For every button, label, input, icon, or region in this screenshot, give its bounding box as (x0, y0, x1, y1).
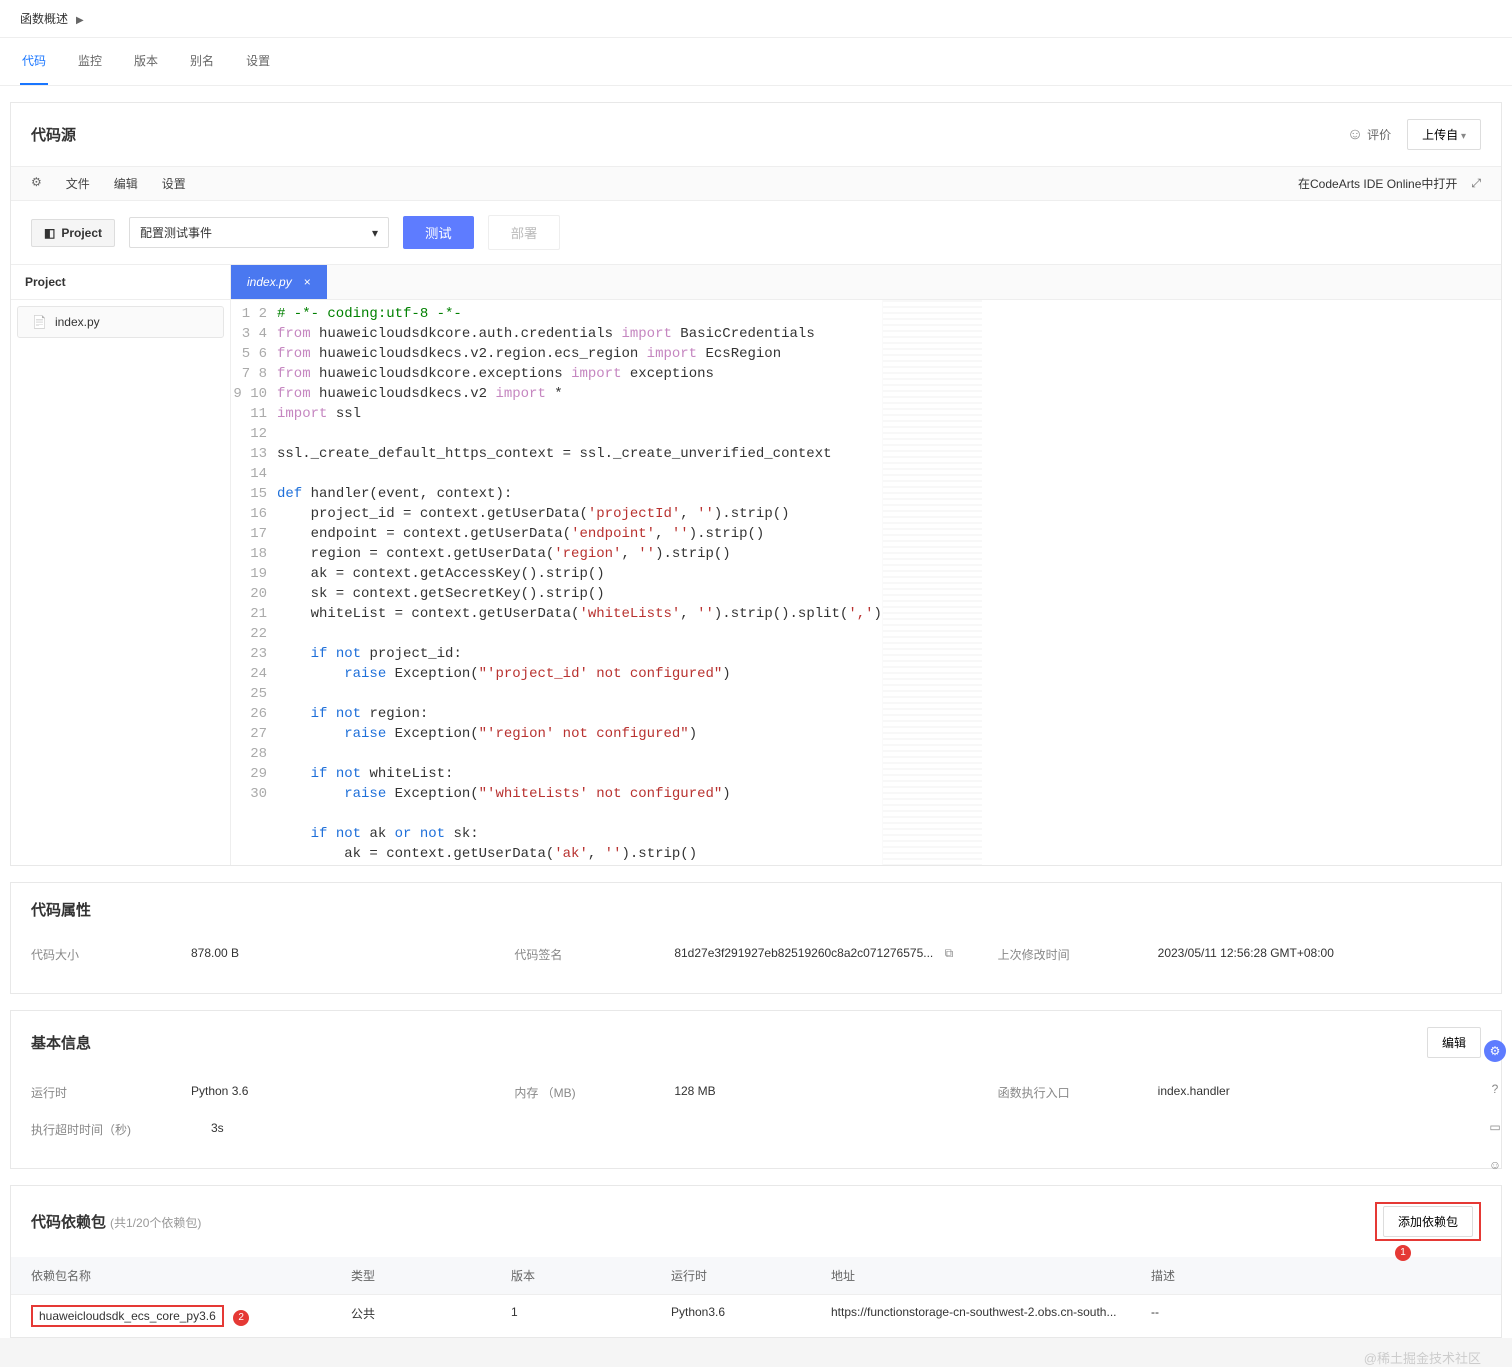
menu-edit[interactable]: 编辑 (114, 175, 138, 192)
minimap[interactable] (882, 300, 982, 865)
annotation-badge-1: 1 (1395, 1245, 1411, 1261)
deps-table-row[interactable]: huaweicloudsdk_ecs_core_py3.6 2 公共 1 Pyt… (11, 1295, 1501, 1337)
code-size-label: 代码大小 (31, 946, 131, 963)
basic-info-section: 基本信息 编辑 运行时 Python 3.6 内存 （MB) 128 MB 函数… (10, 1010, 1502, 1169)
note-icon[interactable]: ▭ (1484, 1116, 1506, 1138)
deps-table-head: 依赖包名称 类型 版本 运行时 地址 描述 (11, 1257, 1501, 1295)
dep-type: 公共 (351, 1305, 511, 1327)
dep-addr: https://functionstorage-cn-southwest-2.o… (831, 1305, 1151, 1327)
annotation-badge-2: 2 (233, 1310, 249, 1326)
sidebar-title: Project (11, 265, 230, 300)
test-event-select[interactable]: 配置测试事件 ▾ (129, 217, 389, 248)
file-tab-index[interactable]: index.py × (231, 265, 327, 299)
code-sign-value: 81d27e3f291927eb82519260c8a2c071276575..… (674, 946, 953, 963)
col-desc: 描述 (1151, 1267, 1481, 1284)
watermark: @稀土掘金技术社区 (1364, 1348, 1481, 1367)
help-icon[interactable]: ? (1484, 1078, 1506, 1100)
file-icon (32, 315, 47, 329)
dep-rt: Python3.6 (671, 1305, 831, 1327)
code-source-section: 代码源 评价 上传自 文件 编辑 设置 在CodeArts IDE Online… (10, 102, 1502, 866)
assistant-icon[interactable]: ⚙ (1484, 1040, 1506, 1062)
code-content[interactable]: # -*- coding:utf-8 -*- from huaweiclouds… (277, 300, 882, 865)
code-editor[interactable]: 1 2 3 4 5 6 7 8 9 10 11 12 13 14 15 16 1… (231, 300, 1501, 865)
edit-button[interactable]: 编辑 (1427, 1027, 1481, 1058)
dep-desc: -- (1151, 1305, 1481, 1327)
runtime-value: Python 3.6 (191, 1084, 248, 1101)
add-dep-button[interactable]: 添加依赖包 (1383, 1206, 1473, 1237)
tab-alias[interactable]: 别名 (188, 38, 216, 85)
editor-area: index.py × 1 2 3 4 5 6 7 8 9 10 11 12 13… (231, 265, 1501, 865)
col-rt: 运行时 (671, 1267, 831, 1284)
upload-from-button[interactable]: 上传自 (1407, 119, 1481, 150)
file-tabs: index.py × (231, 265, 1501, 300)
runtime-label: 运行时 (31, 1084, 131, 1101)
float-toolbar: ⚙ ? ▭ ☺ (1484, 1040, 1506, 1176)
ide-toolbar: 文件 编辑 设置 在CodeArts IDE Online中打开 (11, 166, 1501, 201)
file-item-index[interactable]: index.py (17, 306, 224, 338)
deploy-button[interactable]: 部署 (488, 215, 561, 250)
memory-label: 内存 （MB) (514, 1084, 614, 1101)
tabs-bar: 代码 监控 版本 别名 设置 (0, 38, 1512, 86)
feedback-link[interactable]: 评价 (1347, 126, 1391, 144)
add-dep-highlight: 添加依赖包 (1375, 1202, 1481, 1241)
modified-value: 2023/05/11 12:56:28 GMT+08:00 (1158, 946, 1334, 963)
deps-section: 代码依赖包 (共1/20个依赖包) 添加依赖包 1 依赖包名称 类型 版本 运行… (10, 1185, 1502, 1338)
play-icon[interactable] (76, 12, 84, 26)
open-in-ide-link[interactable]: 在CodeArts IDE Online中打开 (1298, 175, 1457, 192)
entry-value: index.handler (1158, 1084, 1230, 1101)
deps-title: 代码依赖包 (共1/20个依赖包) (31, 1211, 201, 1232)
dep-ver: 1 (511, 1305, 671, 1327)
expand-icon[interactable] (1471, 176, 1481, 191)
project-button[interactable]: ◧ Project (31, 219, 115, 247)
gear-icon[interactable] (31, 175, 42, 192)
entry-label: 函数执行入口 (998, 1084, 1098, 1101)
close-tab-icon[interactable]: × (304, 275, 311, 289)
col-type: 类型 (351, 1267, 511, 1284)
smiley-icon (1347, 126, 1363, 144)
col-addr: 地址 (831, 1267, 1151, 1284)
modified-label: 上次修改时间 (998, 946, 1098, 963)
code-sign-label: 代码签名 (514, 946, 614, 963)
overview-label: 函数概述 (20, 10, 68, 27)
line-gutter: 1 2 3 4 5 6 7 8 9 10 11 12 13 14 15 16 1… (231, 300, 277, 865)
chevron-down-icon: ▾ (372, 226, 378, 240)
memory-value: 128 MB (674, 1084, 715, 1101)
col-name: 依赖包名称 (31, 1267, 351, 1284)
deps-count: (共1/20个依赖包) (110, 1214, 201, 1231)
tab-monitor[interactable]: 监控 (76, 38, 104, 85)
file-sidebar: Project index.py (11, 265, 231, 865)
tab-code[interactable]: 代码 (20, 38, 48, 85)
dep-name-highlight: huaweicloudsdk_ecs_core_py3.6 (31, 1305, 224, 1327)
face-icon[interactable]: ☺ (1484, 1154, 1506, 1176)
menu-file[interactable]: 文件 (66, 175, 90, 192)
copy-icon[interactable]: ⧉ (945, 946, 954, 960)
menu-settings[interactable]: 设置 (162, 175, 186, 192)
controls-bar: ◧ Project 配置测试事件 ▾ 测试 部署 (11, 201, 1501, 265)
code-attr-section: 代码属性 代码大小 878.00 B 代码签名 81d27e3f291927eb… (10, 882, 1502, 994)
header-bar: 函数概述 (0, 0, 1512, 38)
ide-body: Project index.py index.py × 1 2 3 4 5 6 … (11, 265, 1501, 865)
code-source-title: 代码源 (31, 124, 76, 145)
tab-settings[interactable]: 设置 (244, 38, 272, 85)
dep-name: huaweicloudsdk_ecs_core_py3.6 (39, 1309, 216, 1323)
code-size-value: 878.00 B (191, 946, 239, 963)
basic-info-title: 基本信息 (31, 1032, 91, 1053)
timeout-value: 3s (211, 1121, 224, 1138)
col-ver: 版本 (511, 1267, 671, 1284)
tab-version[interactable]: 版本 (132, 38, 160, 85)
test-button[interactable]: 测试 (403, 216, 474, 249)
timeout-label: 执行超时时间（秒) (31, 1121, 151, 1138)
code-attr-title: 代码属性 (31, 899, 91, 920)
